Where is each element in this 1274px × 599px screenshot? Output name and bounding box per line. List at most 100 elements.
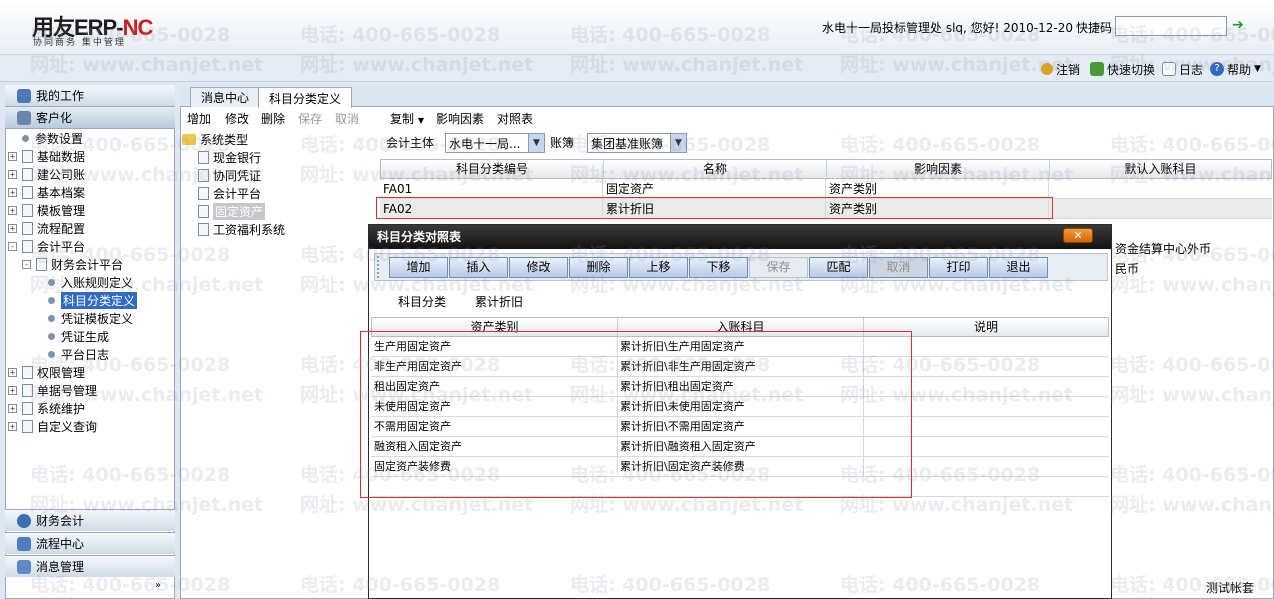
- nav-tree-item[interactable]: + 基础数据: [8, 147, 173, 165]
- nav-tree-label: 会计平台: [37, 239, 86, 254]
- quick-switch-link[interactable]: 快速切换: [1090, 61, 1155, 77]
- dialog-exit-button[interactable]: 退出: [989, 257, 1048, 278]
- nav-tree-item[interactable]: 平台日志: [8, 345, 173, 363]
- nav-tree-label: 财务会计平台: [51, 257, 124, 272]
- nav-tree-item[interactable]: + 系统维护: [8, 399, 173, 417]
- nav-tree-item[interactable]: 凭证模板定义: [8, 309, 173, 327]
- dialog-save-button[interactable]: 保存: [749, 257, 808, 278]
- document-icon: [198, 222, 209, 236]
- nav-tree-item[interactable]: 入账规则定义: [8, 273, 173, 291]
- tree-item-cash-bank[interactable]: 现金银行: [182, 148, 377, 166]
- bullet-icon: [22, 134, 29, 142]
- nav-tree-item[interactable]: + 基本档案: [8, 183, 173, 201]
- quick-code-input[interactable]: [1115, 16, 1227, 36]
- add-button[interactable]: 增加: [187, 110, 211, 127]
- nav-tree-label: 凭证模板定义: [61, 311, 134, 326]
- expand-icon[interactable]: +: [8, 223, 17, 233]
- nav-tree-label: 模板管理: [37, 203, 86, 218]
- grid-header-name[interactable]: 名称: [604, 160, 827, 178]
- tab-message-center[interactable]: 消息中心: [190, 87, 261, 107]
- expand-icon[interactable]: +: [8, 169, 17, 179]
- expand-icon[interactable]: +: [8, 151, 17, 161]
- tree-item-label: 工资福利系统: [213, 222, 286, 237]
- nav-tree-item[interactable]: + 单据号管理: [8, 381, 173, 399]
- dialog-title[interactable]: 科目分类对照表: [369, 225, 1111, 249]
- factors-button[interactable]: 影响因素: [436, 110, 484, 127]
- tree-item-fixed-assets[interactable]: 固定资产: [182, 202, 377, 220]
- expand-icon[interactable]: +: [8, 205, 17, 215]
- entity-select[interactable]: 水电十一局... ▼: [445, 133, 545, 153]
- copy-button[interactable]: 复制 ▼: [390, 110, 424, 127]
- cancel-button[interactable]: 取消: [335, 110, 359, 127]
- tab-account-category[interactable]: 科目分类定义: [258, 87, 353, 108]
- nav-tree-item[interactable]: + 自定义查询: [8, 417, 173, 435]
- link-bar: [0, 56, 1274, 82]
- logout-link[interactable]: 注销: [1041, 61, 1080, 77]
- nav-tree-item[interactable]: - 财务会计平台: [8, 255, 173, 273]
- delete-button[interactable]: 删除: [261, 110, 285, 127]
- dialog-add-button[interactable]: 增加: [389, 257, 448, 278]
- collapse-icon[interactable]: -: [8, 241, 17, 251]
- tree-item-coop-voucher[interactable]: 协同凭证: [182, 166, 377, 184]
- dialog-category-label: 科目分类: [398, 295, 447, 309]
- dialog-cancel-button[interactable]: 取消: [869, 257, 928, 278]
- copy-label: 复制: [390, 112, 415, 126]
- expand-icon[interactable]: +: [8, 367, 17, 377]
- save-button[interactable]: 保存: [298, 110, 322, 127]
- document-icon: [22, 365, 33, 379]
- nav-flow-center[interactable]: 流程中心: [5, 532, 175, 554]
- nav-messages[interactable]: 消息管理: [5, 555, 175, 577]
- nav-messages-label: 消息管理: [36, 560, 85, 574]
- nav-customize[interactable]: 客户化: [5, 107, 175, 129]
- nav-finance[interactable]: 财务会计: [5, 509, 175, 531]
- grid-header-code[interactable]: 科目分类编号: [381, 160, 604, 178]
- expand-icon[interactable]: +: [8, 187, 17, 197]
- log-icon: [1162, 62, 1176, 76]
- expand-icon[interactable]: +: [8, 403, 17, 413]
- document-icon: [22, 149, 33, 163]
- dialog-move-up-button[interactable]: 上移: [629, 257, 688, 278]
- dialog-print-button[interactable]: 打印: [929, 257, 988, 278]
- dialog-insert-button[interactable]: 插入: [449, 257, 508, 278]
- document-icon: [198, 186, 209, 200]
- document-icon: [22, 401, 33, 415]
- dialog-match-button[interactable]: 匹配: [809, 257, 868, 278]
- nav-tree-item[interactable]: - 会计平台: [8, 237, 173, 255]
- table-row[interactable]: FA01 固定资产 资产类别: [380, 179, 1272, 199]
- grid-header-default-account[interactable]: 默认入账科目: [1050, 160, 1271, 178]
- modify-button[interactable]: 修改: [225, 110, 249, 127]
- nav-tree-item[interactable]: + 权限管理: [8, 363, 173, 381]
- expand-icon[interactable]: +: [8, 421, 17, 431]
- nav-tree-item[interactable]: + 建公司账: [8, 165, 173, 183]
- tab-label: 消息中心: [201, 91, 250, 105]
- nav-my-work[interactable]: 我的工作: [5, 85, 175, 107]
- dialog-modify-button[interactable]: 修改: [509, 257, 568, 278]
- log-link[interactable]: 日志: [1162, 61, 1203, 77]
- book-select[interactable]: 集团基准账簿 ▼: [587, 133, 687, 153]
- go-arrow-icon[interactable]: ➔: [1232, 18, 1246, 32]
- cell-name: 固定资产: [603, 179, 826, 199]
- dialog-delete-button[interactable]: 删除: [569, 257, 628, 278]
- help-link[interactable]: ? 帮助 ▼: [1210, 61, 1261, 77]
- tree-item-accounting-platform[interactable]: 会计平台: [182, 184, 377, 202]
- grid-header-factor[interactable]: 影响因素: [827, 160, 1050, 178]
- expand-icon[interactable]: [8, 134, 17, 143]
- cell-default-account: [1049, 179, 1272, 199]
- nav-tree-item[interactable]: 科目分类定义: [8, 291, 173, 309]
- user-info: 水电十一局投标管理处 slq, 您好! 2010-12-20: [822, 21, 1074, 35]
- expand-icon[interactable]: +: [8, 385, 17, 395]
- help-label: 帮助: [1227, 62, 1252, 77]
- close-icon[interactable]: ✕: [1063, 228, 1093, 243]
- tree-item-payroll[interactable]: 工资福利系统: [182, 220, 377, 238]
- nav-tree-label: 平台日志: [61, 347, 110, 362]
- nav-tree-item[interactable]: + 模板管理: [8, 201, 173, 219]
- map-table-button[interactable]: 对照表: [497, 110, 533, 127]
- tree-root[interactable]: 系统类型: [182, 130, 377, 148]
- nav-tree-item[interactable]: 凭证生成: [8, 327, 173, 345]
- dialog-move-down-button[interactable]: 下移: [689, 257, 748, 278]
- tree-item-label: 现金银行: [213, 150, 262, 165]
- chevron-double-down-icon[interactable]: »: [155, 580, 161, 591]
- collapse-icon[interactable]: -: [22, 259, 31, 269]
- nav-tree-item[interactable]: 参数设置: [8, 129, 173, 147]
- nav-tree-item[interactable]: + 流程配置: [8, 219, 173, 237]
